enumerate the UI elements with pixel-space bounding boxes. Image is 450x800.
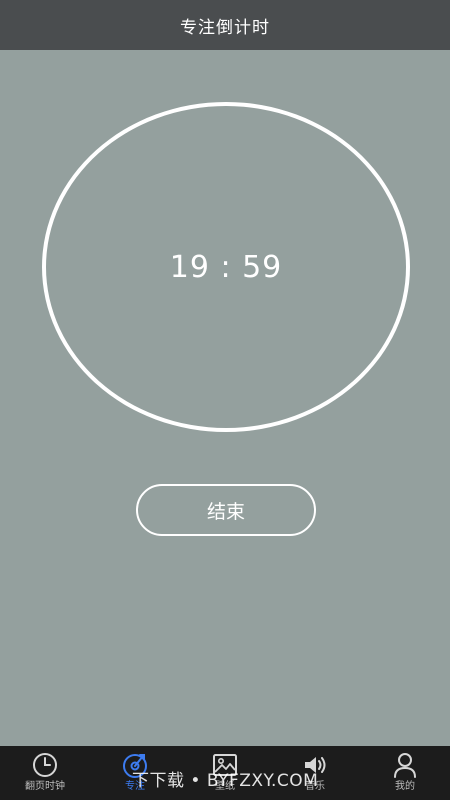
tab-label: 翻页时钟 [25,781,65,792]
tab-label: 我的 [395,781,415,792]
tab-flip-clock[interactable]: 翻页时钟 [0,746,90,800]
bottom-tab-bar: 翻页时钟 专注 壁纸 音乐 我的 [0,746,450,800]
app-header: 专注倒计时 [0,0,450,50]
tab-label: 音乐 [305,781,325,792]
focus-icon [123,754,147,778]
page-title: 专注倒计时 [180,17,270,38]
timer-ring: 19 : 59 [42,102,410,432]
tab-wallpaper[interactable]: 壁纸 [180,746,270,800]
user-icon [394,753,416,778]
tab-music[interactable]: 音乐 [270,746,360,800]
speaker-icon [305,757,326,773]
clock-icon [33,753,57,777]
tab-label: 壁纸 [215,781,235,792]
tab-focus[interactable]: 专注 [90,746,180,800]
countdown-time: 19 : 59 [169,249,283,285]
focus-timer-screen: 19 : 59 结束 [0,50,450,746]
end-button[interactable]: 结束 [136,484,316,536]
wallpaper-icon [213,754,237,776]
tab-label: 专注 [125,781,145,792]
tab-profile[interactable]: 我的 [360,746,450,800]
